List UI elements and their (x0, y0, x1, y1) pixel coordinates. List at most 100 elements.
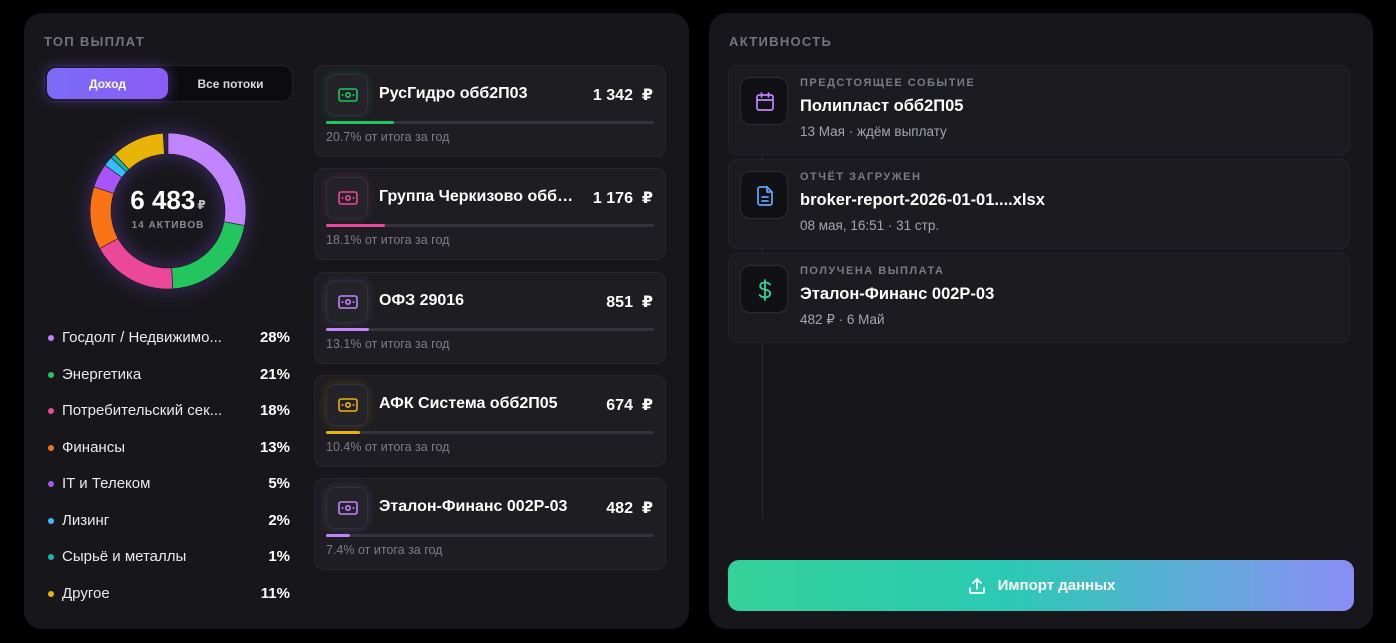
upload-icon (968, 577, 985, 594)
donut-slice[interactable] (171, 221, 245, 290)
activity-icon-tile (740, 265, 788, 313)
import-data-label: Импорт данных (997, 577, 1116, 594)
payout-card[interactable]: РусГидро обб2П03 1 342 ₽20.7% от итога за… (314, 65, 666, 157)
payout-amount-value: 482 (606, 500, 633, 518)
banknote-icon (338, 294, 358, 309)
activity-title-text: Эталон-Финанс 002Р-03 (800, 285, 995, 303)
payout-card[interactable]: Эталон-Финанс 002Р-03 482 ₽7.4% от итога … (314, 478, 666, 571)
donut-slice[interactable] (99, 238, 174, 290)
legend-dot (48, 335, 54, 341)
payout-progress-fill (326, 430, 361, 434)
activity-item[interactable]: ПОЛУЧЕНА ВЫПЛАТА Эталон-Финанс 002Р-03 482… (728, 253, 1350, 343)
banknote-icon (338, 88, 358, 102)
legend-label: Госдолг / Недвижимо... (62, 329, 222, 346)
legend-percent: 11% (260, 584, 290, 602)
legend-label: Лизинг (62, 511, 110, 529)
legend-label: Сырьё и металлы (62, 548, 187, 565)
payout-share-text: 13.1% от итога за год (326, 336, 450, 351)
legend-item: Финансы 13% (48, 435, 290, 472)
payout-icon-tile (326, 487, 368, 530)
payout-progress-fill (326, 121, 394, 124)
payout-progress-track (326, 224, 654, 228)
donut-asset-count: 14 АКТИВОВ (131, 220, 205, 231)
legend-item: Другое 11% (48, 581, 290, 618)
legend-label: Потребительский сек... (62, 402, 223, 419)
payout-name: АФК Система обб2П05 (379, 394, 558, 412)
activity-item[interactable]: ОТЧЁТ ЗАГРУЖЕН broker-report-2026-01-01..… (728, 159, 1350, 249)
document-icon (757, 186, 773, 206)
legend-item: IT и Телеком 5% (48, 471, 290, 508)
payout-share-text: 10.4% от итога за год (326, 439, 450, 454)
payout-progress-track (326, 430, 654, 434)
toggle-all-flows-button[interactable]: Все потоки (170, 68, 291, 99)
payout-icon-tile (326, 383, 368, 426)
payout-name: Эталон-Финанс 002Р-03 (379, 498, 568, 516)
income-toggle: Доход Все потоки (44, 65, 293, 102)
activity-panel: АКТИВНОСТЬ ПРЕДСТОЯЩЕЕ СОБЫТИЕ Полипласт … (709, 13, 1373, 629)
legend-label: Энергетика (62, 365, 142, 383)
payout-progress-track (326, 121, 654, 124)
payout-progress-track (326, 327, 654, 331)
donut-total-value: 6 483 (130, 185, 196, 215)
activity-kind: ПОЛУЧЕНА ВЫПЛАТА (800, 265, 945, 277)
legend-percent: 28% (259, 329, 290, 346)
payout-share-text: 18.1% от итога за год (326, 233, 450, 248)
payout-currency: ₽ (641, 190, 653, 208)
activity-item[interactable]: ПРЕДСТОЯЩЕЕ СОБЫТИЕ Полипласт обб2П05 13 М… (728, 65, 1350, 155)
top-payouts-panel: ТОП ВЫПЛАТ Доход Все потоки 6 483 ₽ 14 АК… (24, 13, 689, 629)
banknote-icon (338, 398, 358, 412)
legend-percent: 21% (259, 365, 290, 383)
payout-currency: ₽ (641, 500, 653, 518)
payout-amount: 674 ₽ (606, 395, 653, 415)
donut-total-currency: ₽ (197, 198, 206, 212)
import-data-button[interactable]: Импорт данных (728, 560, 1354, 611)
legend-dot (48, 554, 54, 560)
payout-icon-tile (326, 74, 368, 116)
payout-progress-fill (326, 534, 351, 538)
legend-percent: 2% (268, 511, 290, 529)
activity-title-text: Полипласт обб2П05 (800, 97, 964, 115)
payout-amount: 1 176 ₽ (593, 188, 653, 208)
activity-icon-tile (740, 77, 788, 125)
payout-currency: ₽ (641, 87, 653, 104)
payout-name: Группа Черкизово обб2П05 (379, 188, 574, 206)
activity-kind: ОТЧЁТ ЗАГРУЖЕН (800, 171, 922, 183)
payout-icon-tile (326, 177, 368, 220)
legend-percent: 13% (259, 438, 290, 456)
payout-progress-fill (326, 224, 386, 228)
legend-item: Госдолг / Недвижимо... 28% (48, 325, 290, 362)
payout-currency: ₽ (641, 293, 653, 311)
legend-dot (48, 371, 54, 378)
payout-progress-fill (326, 327, 369, 331)
calendar-icon (756, 92, 774, 111)
legend-dot (48, 444, 54, 451)
activity-kind: ПРЕДСТОЯЩЕЕ СОБЫТИЕ (800, 77, 976, 89)
toggle-income-button[interactable]: Доход (47, 68, 168, 99)
payout-icon-tile (326, 280, 368, 323)
donut-total: 6 483 ₽ (88, 185, 248, 216)
activity-meta: 13 Мая · ждём выплату (800, 124, 947, 139)
legend-label: Другое (62, 584, 110, 602)
legend-dot (48, 517, 54, 524)
payout-name: РусГидро обб2П03 (379, 85, 528, 102)
banknote-icon (338, 501, 358, 515)
payout-share-text: 7.4% от итога за год (326, 543, 443, 558)
payout-currency: ₽ (641, 396, 653, 414)
sector-legend: Госдолг / Недвижимо... 28% Энергетика 21% По… (48, 325, 290, 617)
legend-percent: 1% (268, 548, 290, 565)
payout-card[interactable]: ОФЗ 29016 851 ₽13.1% от итога за год (314, 271, 666, 364)
legend-dot (48, 408, 54, 414)
payout-name: ОФЗ 29016 (379, 291, 465, 309)
payout-card[interactable]: Группа Черкизово обб2П05 1 176 ₽ 18.1% от … (314, 168, 666, 261)
payout-share-text: 20.7% от итога за год (326, 130, 450, 144)
activity-title-text: broker-report-2026-01-01....xlsx (800, 191, 1045, 209)
legend-label: IT и Телеком (62, 475, 151, 492)
activity-meta: 08 мая, 16:51 · 31 стр. (800, 218, 940, 233)
sector-donut-chart: 6 483 ₽ 14 АКТИВОВ (88, 131, 248, 291)
banknote-icon (338, 191, 358, 206)
payout-card[interactable]: АФК Система обб2П05 674 ₽ 10.4% от итога з… (314, 374, 666, 467)
payout-amount-value: 1 342 (592, 87, 633, 104)
payout-amount: 1 342 ₽ (593, 85, 653, 105)
legend-item: Сырьё и металлы 1% (48, 544, 290, 581)
legend-percent: 18% (259, 402, 290, 419)
